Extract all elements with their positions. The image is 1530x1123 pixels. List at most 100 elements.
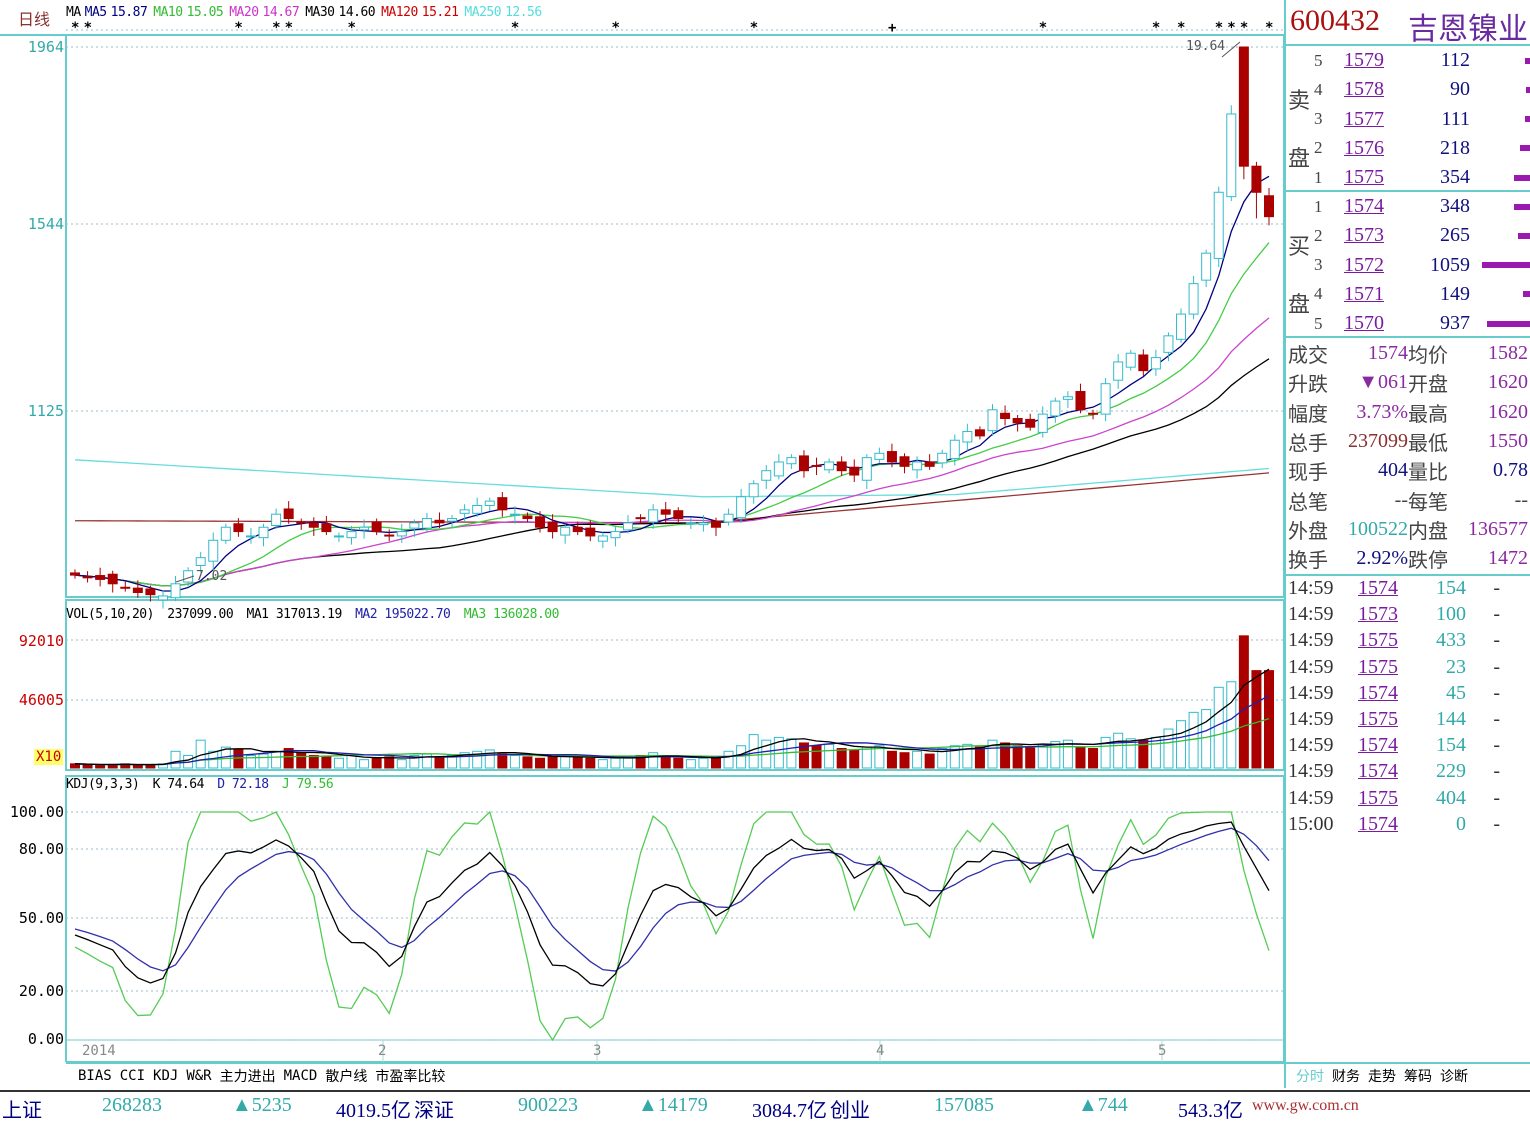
stat-label: 内盘 [1408,520,1448,543]
tick-time: 14:59 [1288,708,1334,730]
kline-chart[interactable]: * * * * * * * * * + * * * * * * * [0,0,1284,1062]
signal-marker: + [888,20,896,36]
tick-direction: - [1493,708,1500,730]
price: 1571 [1344,282,1384,305]
sz-index-label[interactable]: 深证 [414,1094,454,1123]
candle-down [1000,412,1011,419]
asks-row[interactable]: 2 1576 218 [1286,134,1530,163]
candle-up [472,504,483,514]
ma20-line [74,317,1270,587]
volume-bar [346,754,357,769]
indicator-tab[interactable]: CCI [120,1068,145,1084]
bids-row[interactable]: 5 1570 937 [1286,309,1530,338]
candle-down [95,575,106,580]
stat-label: 最低 [1408,432,1448,455]
tick-volume: 144 [1436,708,1466,730]
price-axis-label: 1544 [27,215,64,233]
signal-marker: * [1265,20,1273,36]
volume: 354 [1440,166,1470,189]
candle-up [484,500,495,506]
tick-price: 1574 [1358,577,1398,599]
tick-volume: 0 [1456,812,1466,835]
tick-row: 14:59 1574 229 - [1286,757,1530,786]
right-tab[interactable]: 筹码 [1404,1066,1432,1086]
tick-row: 14:59 1574 154 - [1286,574,1530,603]
candle-up [773,461,784,477]
asks-row[interactable]: 1 1575 354 [1286,163,1530,192]
volume-bar [1238,635,1249,769]
candle-up [333,535,344,538]
kdj-d: D 72.18 [217,777,269,792]
level: 1 [1314,196,1323,216]
volume-bar [836,748,847,769]
sz-volume: 900223 [518,1094,578,1116]
candle-up [610,531,621,539]
volume-bar [597,759,608,769]
bids-row[interactable]: 1 1574 348 [1286,192,1530,221]
volume-bar [371,757,382,769]
vol-axis-label: 92010 [18,632,64,650]
indicator-tab[interactable]: MACD [284,1068,318,1084]
signal-marker: * [1227,20,1235,36]
indicator-tab[interactable]: KDJ [153,1068,178,1084]
tick-row: 14:59 1573 100 - [1286,600,1530,629]
signal-marker: * [1039,20,1047,36]
candle-down [811,464,822,467]
kdj-axis-label: 80.00 [18,840,64,858]
price: 1573 [1344,224,1384,247]
tick-direction: - [1493,629,1500,652]
indicator-tab[interactable]: 主力进出 [220,1066,276,1086]
tick-price: 1574 [1358,760,1398,783]
candle-down [1238,46,1249,167]
volume-bar [572,756,583,769]
candle-up [271,513,282,527]
candle-down [321,523,332,533]
indicator-tab[interactable]: 散户线 [325,1066,367,1086]
price: 1577 [1344,107,1384,130]
stat-label: 跌停 [1408,550,1448,573]
cy-index-label[interactable]: 创业 [830,1094,870,1123]
website-link[interactable]: www.gw.com.cn [1252,1097,1359,1115]
volume-bar [434,756,445,769]
right-tab[interactable]: 诊断 [1440,1066,1468,1086]
volume: 1059 [1430,253,1470,276]
volume-bar [1213,686,1224,769]
signal-marker: * [1177,20,1185,36]
tick-direction: - [1493,734,1500,757]
sh-index-label[interactable]: 上证 [2,1094,42,1123]
tick-row: 15:00 1574 0 - [1286,810,1530,839]
volume-bar [1000,742,1011,769]
asks-row[interactable]: 4 1578 90 [1286,75,1530,104]
candle-up [195,557,206,567]
right-tab[interactable]: 分时 [1296,1066,1324,1086]
asks-row[interactable]: 3 1577 111 [1286,105,1530,134]
kdj-k-line [74,821,1270,987]
candle-up [1188,283,1199,315]
quote-panel: 600432 吉恩镍业 卖盘 5 1579 112 4 1578 90 3 1577 111 2 1… [1284,0,1530,1088]
volume: 218 [1440,136,1470,159]
sh-change: ▲5235 [232,1094,292,1116]
stat-row: 总手 237099 最低 1550 [1286,427,1530,456]
bids-row[interactable]: 2 1573 265 [1286,221,1530,250]
kdj-axis-label: 0.00 [27,1030,64,1048]
bids-row[interactable]: 4 1571 149 [1286,280,1530,309]
period-label: 日线 [18,12,51,29]
right-tab[interactable]: 财务 [1332,1066,1360,1086]
price: 1576 [1344,136,1384,159]
candle-down [308,522,319,528]
ma-legend-label: MA250 [464,5,502,20]
low-annotation: 7.02 [196,569,228,584]
candle-up [937,452,948,464]
indicator-tab[interactable]: BIAS [78,1068,112,1084]
ma120-line [74,472,1270,524]
stat-row: 总笔 -- 每笔 -- [1286,486,1530,515]
bids-row[interactable]: 3 1572 1059 [1286,251,1530,280]
stat-row: 幅度 3.73% 最高 1620 [1286,398,1530,427]
volume-bar [899,752,910,769]
indicator-tab[interactable]: 市盈率比较 [375,1066,445,1086]
indicator-tab[interactable]: W&R [186,1068,211,1084]
tick-time: 14:59 [1288,603,1334,626]
asks-row[interactable]: 5 1579 112 [1286,46,1530,75]
right-tab[interactable]: 走势 [1368,1066,1396,1086]
stat-value: 1582 [1488,342,1528,364]
